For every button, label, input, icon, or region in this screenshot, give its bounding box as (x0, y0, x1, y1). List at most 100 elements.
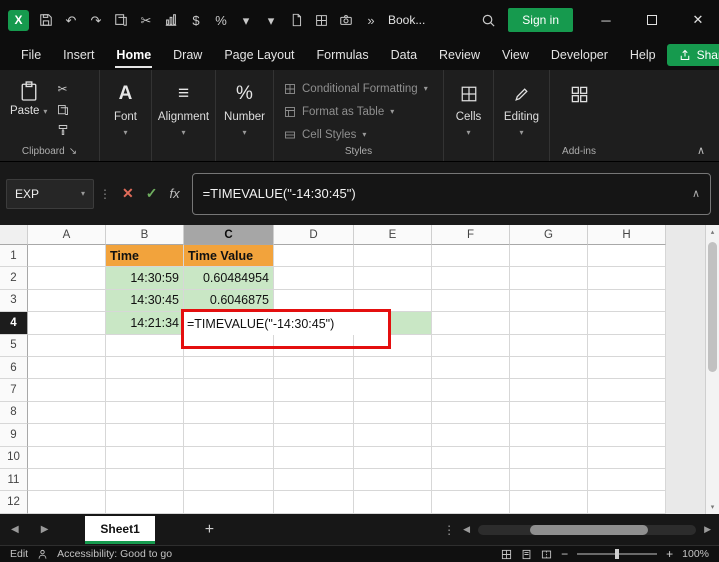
cell[interactable] (274, 424, 354, 446)
select-all-corner[interactable] (0, 225, 28, 245)
conditional-formatting-button[interactable]: Conditional Formatting ▾ (284, 78, 443, 99)
tab-home[interactable]: Home (105, 41, 162, 69)
cell[interactable] (510, 424, 588, 446)
copy-button[interactable] (57, 104, 69, 116)
tab-insert[interactable]: Insert (52, 41, 105, 69)
tab-view[interactable]: View (491, 41, 540, 69)
cell[interactable] (432, 267, 510, 289)
cell[interactable] (184, 447, 274, 469)
cell[interactable] (354, 267, 432, 289)
fill-color-dropdown-icon[interactable]: ▾ (263, 12, 279, 28)
cell[interactable] (28, 267, 106, 289)
cell[interactable] (510, 447, 588, 469)
maximize-button[interactable] (631, 0, 673, 40)
share-button[interactable]: Share (667, 44, 719, 66)
vertical-scrollbar-thumb[interactable] (708, 242, 717, 372)
cell-B4[interactable]: 14:21:34 (106, 312, 184, 334)
cell[interactable] (588, 379, 666, 401)
cell[interactable] (354, 290, 432, 312)
cell[interactable] (28, 447, 106, 469)
name-box[interactable]: EXP ▾ (6, 179, 94, 209)
cell[interactable] (510, 290, 588, 312)
row-header-2[interactable]: 2 (0, 267, 28, 289)
cell[interactable] (432, 290, 510, 312)
page-break-view-icon[interactable] (541, 549, 552, 560)
cell[interactable] (432, 469, 510, 491)
cell[interactable] (588, 491, 666, 513)
cell-C2[interactable]: 0.60484954 (184, 267, 274, 289)
cell[interactable] (354, 491, 432, 513)
cell[interactable] (432, 447, 510, 469)
cell[interactable] (28, 491, 106, 513)
cell[interactable] (588, 402, 666, 424)
save-icon[interactable] (38, 12, 54, 28)
cell[interactable] (106, 402, 184, 424)
column-header-B[interactable]: B (106, 225, 184, 245)
cell[interactable] (432, 245, 510, 267)
document-icon[interactable] (288, 12, 304, 28)
cell[interactable] (106, 469, 184, 491)
next-sheet-button[interactable]: ▶ (30, 524, 60, 535)
cell[interactable] (184, 335, 274, 357)
cell[interactable] (274, 267, 354, 289)
normal-view-icon[interactable] (501, 549, 512, 560)
vertical-scrollbar[interactable]: ▴ ▾ (705, 225, 719, 514)
cell[interactable] (354, 402, 432, 424)
horizontal-scrollbar[interactable] (478, 525, 696, 535)
cell-B2[interactable]: 14:30:59 (106, 267, 184, 289)
page-layout-view-icon[interactable] (521, 549, 532, 560)
scroll-right-icon[interactable]: ▶ (704, 524, 711, 535)
tab-review[interactable]: Review (428, 41, 491, 69)
row-header-6[interactable]: 6 (0, 357, 28, 379)
borders-icon[interactable] (313, 12, 329, 28)
cell-styles-button[interactable]: Cell Styles ▾ (284, 124, 443, 145)
scroll-down-icon[interactable]: ▾ (706, 500, 719, 514)
percent-style-icon[interactable]: % (213, 12, 229, 28)
cell[interactable] (274, 402, 354, 424)
zoom-in-button[interactable]: + (666, 547, 673, 561)
cell[interactable] (106, 424, 184, 446)
row-header-12[interactable]: 12 (0, 491, 28, 513)
row-header-4[interactable]: 4 (0, 312, 28, 334)
currency-format-icon[interactable]: $ (188, 12, 204, 28)
format-as-table-button[interactable]: Format as Table ▾ (284, 101, 443, 122)
row-header-1[interactable]: 1 (0, 245, 28, 267)
tab-developer[interactable]: Developer (540, 41, 619, 69)
cell[interactable] (28, 290, 106, 312)
cell[interactable] (274, 469, 354, 491)
tab-data[interactable]: Data (380, 41, 428, 69)
cell[interactable] (588, 357, 666, 379)
column-header-D[interactable]: D (274, 225, 354, 245)
cell[interactable] (106, 335, 184, 357)
zoom-level[interactable]: 100% (682, 548, 709, 560)
cell[interactable] (106, 447, 184, 469)
cell[interactable] (588, 447, 666, 469)
undo-icon[interactable]: ↶ (63, 12, 79, 28)
cell[interactable] (274, 357, 354, 379)
cell[interactable] (588, 424, 666, 446)
insert-function-button[interactable]: fx (163, 186, 185, 201)
cell[interactable] (510, 335, 588, 357)
cells-button[interactable]: Cells ▾ (444, 70, 493, 161)
horizontal-scrollbar-thumb[interactable] (530, 525, 648, 535)
cell[interactable] (588, 335, 666, 357)
row-header-8[interactable]: 8 (0, 402, 28, 424)
font-button[interactable]: A Font ▾ (100, 70, 151, 161)
cell[interactable] (28, 469, 106, 491)
new-sheet-button[interactable]: + (197, 521, 222, 539)
zoom-slider[interactable] (577, 553, 657, 555)
row-header-3[interactable]: 3 (0, 290, 28, 312)
cell[interactable] (432, 357, 510, 379)
tab-file[interactable]: File (10, 41, 52, 69)
cell[interactable] (28, 335, 106, 357)
cell[interactable] (354, 379, 432, 401)
cell[interactable] (354, 357, 432, 379)
row-header-7[interactable]: 7 (0, 379, 28, 401)
cancel-entry-button[interactable]: ✕ (116, 185, 140, 202)
tab-formulas[interactable]: Formulas (306, 41, 380, 69)
cell[interactable] (588, 245, 666, 267)
cell[interactable] (274, 290, 354, 312)
cell[interactable] (28, 379, 106, 401)
cell[interactable] (106, 491, 184, 513)
cell[interactable] (354, 245, 432, 267)
